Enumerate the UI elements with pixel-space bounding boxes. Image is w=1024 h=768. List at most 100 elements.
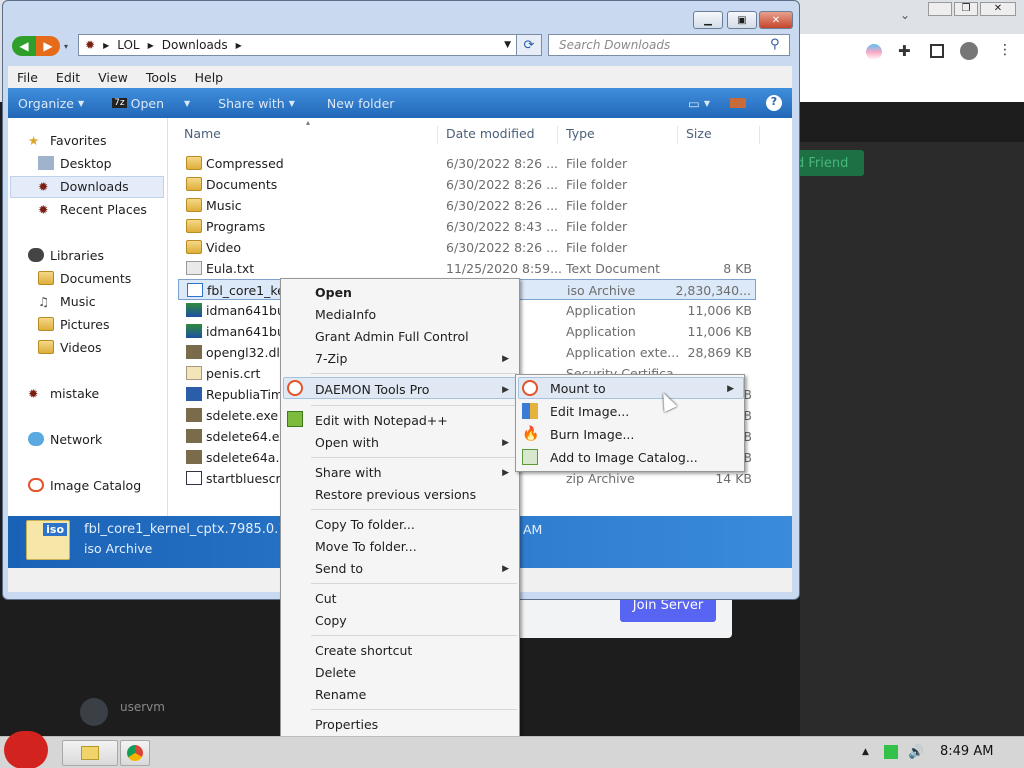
browser-restore-button[interactable]: ❐ <box>954 2 978 16</box>
nav-mistake[interactable]: ✹ mistake <box>28 382 99 404</box>
menu-item-send-to[interactable]: Send to <box>315 561 363 576</box>
file-row[interactable]: Compressed 6/30/2022 8:26 ... File folder <box>178 153 756 174</box>
menu-item-mediainfo[interactable]: MediaInfo <box>315 307 376 322</box>
extension-flag-icon[interactable] <box>866 44 882 60</box>
recent-pages-chevron-icon[interactable]: ▾ <box>64 42 68 51</box>
nav-videos[interactable]: Videos <box>38 336 102 358</box>
breadcrumb-downloads[interactable]: Downloads <box>162 38 228 52</box>
view-options-icon[interactable]: ▭ ▼ <box>678 96 720 111</box>
nav-pictures[interactable]: Pictures <box>38 313 110 335</box>
breadcrumb-lol[interactable]: LOL <box>117 38 139 52</box>
volume-icon[interactable]: 🔊 <box>908 745 924 760</box>
menu-bar: File Edit View Tools Help <box>8 66 792 88</box>
maximize-button[interactable]: ▣ <box>727 11 757 29</box>
submenu-item-mount-to[interactable]: Mount to <box>550 381 606 396</box>
daemon-tools-icon <box>287 380 303 396</box>
menu-item-create-shortcut[interactable]: Create shortcut <box>315 643 412 658</box>
menu-file[interactable]: File <box>8 70 47 85</box>
taskbar-explorer-button[interactable] <box>62 740 118 766</box>
menu-item-open[interactable]: Open <box>315 285 352 300</box>
tray-network-icon[interactable] <box>884 745 898 759</box>
menu-item-move-to[interactable]: Move To folder... <box>315 539 417 554</box>
file-row[interactable]: Eula.txt 11/25/2020 8:59... Text Document 8… <box>178 258 756 279</box>
add-friend-button[interactable]: d Friend <box>790 150 864 176</box>
menu-item-copy[interactable]: Copy <box>315 613 347 628</box>
browser-minimize-button[interactable] <box>928 2 952 16</box>
help-icon[interactable]: ? <box>756 95 792 111</box>
nav-label: Downloads <box>60 178 129 194</box>
file-row[interactable]: Music 6/30/2022 8:26 ... File folder <box>178 195 756 216</box>
file-row[interactable]: Programs 6/30/2022 8:43 ... File folder <box>178 216 756 237</box>
file-type: Application <box>566 303 636 318</box>
address-dropdown-icon[interactable]: ▼ <box>504 40 511 50</box>
column-header-size[interactable]: Size <box>680 126 760 144</box>
address-bar[interactable]: ✹ ▶ LOL ▶ Downloads ▶ ▼ <box>78 34 518 56</box>
refresh-icon[interactable]: ⟳ <box>516 34 542 56</box>
avatar[interactable] <box>80 698 108 726</box>
search-input[interactable]: Search Downloads <box>548 34 790 56</box>
column-header-name[interactable]: Name <box>178 126 438 144</box>
start-button-angry-bird-icon[interactable] <box>4 731 48 768</box>
nav-music[interactable]: ♫ Music <box>38 290 96 312</box>
minimize-button[interactable]: ▁ <box>693 11 723 29</box>
organize-button[interactable]: Organize ▼ <box>8 96 94 111</box>
share-label: Share with <box>218 95 285 111</box>
taskbar-chrome-button[interactable] <box>120 740 150 766</box>
menu-item-cut[interactable]: Cut <box>315 591 337 606</box>
menu-item-grant-admin[interactable]: Grant Admin Full Control <box>315 329 469 344</box>
chevron-down-icon[interactable]: ⌄ <box>900 8 910 22</box>
sidepanel-icon[interactable] <box>930 44 944 58</box>
menu-item-daemon-tools[interactable]: DAEMON Tools Pro <box>315 382 429 397</box>
forward-icon[interactable]: ▶ <box>36 36 60 56</box>
nav-downloads[interactable]: ✹ Downloads <box>38 175 129 197</box>
nav-desktop[interactable]: Desktop <box>38 152 112 174</box>
folder-icon <box>186 156 202 170</box>
profile-avatar[interactable] <box>960 42 978 60</box>
tray-expand-icon[interactable]: ▲ <box>862 747 869 757</box>
taskbar-clock[interactable]: 8:49 AM <box>940 744 993 759</box>
submenu-item-burn-image[interactable]: Burn Image... <box>550 427 634 442</box>
menu-item-7zip[interactable]: 7-Zip <box>315 351 347 366</box>
nav-recent-places[interactable]: ✹ Recent Places <box>38 198 147 220</box>
menu-edit[interactable]: Edit <box>47 70 89 85</box>
close-button[interactable]: ✕ <box>759 11 793 29</box>
menu-item-open-with[interactable]: Open with <box>315 435 379 450</box>
back-icon[interactable]: ◀ <box>12 36 36 56</box>
nav-favorites[interactable]: ★ Favorites <box>28 129 106 151</box>
column-header-date[interactable]: Date modified <box>440 126 558 144</box>
browser-close-button[interactable]: ✕ <box>980 2 1016 16</box>
search-icon[interactable]: ⚲ <box>770 37 780 52</box>
file-row[interactable]: Documents 6/30/2022 8:26 ... File folder <box>178 174 756 195</box>
folder-icon <box>186 240 202 254</box>
menu-separator <box>311 635 517 636</box>
nav-network[interactable]: Network <box>28 428 102 450</box>
menu-item-notepad[interactable]: Edit with Notepad++ <box>315 413 448 428</box>
browser-toolbar <box>800 34 1024 102</box>
menu-item-delete[interactable]: Delete <box>315 665 356 680</box>
notepad-plus-icon <box>287 411 303 427</box>
menu-item-share-with[interactable]: Share with <box>315 465 382 480</box>
menu-item-properties[interactable]: Properties <box>315 717 378 732</box>
column-header-type[interactable]: Type <box>560 126 678 144</box>
daemon-tools-icon <box>522 380 538 396</box>
share-with-button[interactable]: Share with ▼ <box>208 96 305 111</box>
new-folder-button[interactable]: New folder <box>317 96 405 111</box>
file-row[interactable]: Video 6/30/2022 8:26 ... File folder <box>178 237 756 258</box>
kebab-menu-icon[interactable]: ⋮ <box>998 42 1012 58</box>
open-button[interactable]: 7z Open ▼ <box>102 96 200 111</box>
menu-item-restore-versions[interactable]: Restore previous versions <box>315 487 476 502</box>
menu-item-rename[interactable]: Rename <box>315 687 366 702</box>
menu-separator <box>311 373 517 374</box>
preview-pane-icon[interactable] <box>720 98 756 108</box>
nav-documents[interactable]: Documents <box>38 267 131 289</box>
menu-view[interactable]: View <box>89 70 137 85</box>
menu-tools[interactable]: Tools <box>137 70 186 85</box>
submenu-item-edit-image[interactable]: Edit Image... <box>550 404 629 419</box>
nav-image-catalog[interactable]: Image Catalog <box>28 474 141 496</box>
menu-help[interactable]: Help <box>186 70 233 85</box>
exe-icon <box>186 429 202 443</box>
menu-item-copy-to[interactable]: Copy To folder... <box>315 517 415 532</box>
submenu-item-add-catalog[interactable]: Add to Image Catalog... <box>550 450 698 465</box>
nav-libraries[interactable]: Libraries <box>28 244 104 266</box>
puzzle-icon[interactable]: ✚ <box>898 42 911 60</box>
